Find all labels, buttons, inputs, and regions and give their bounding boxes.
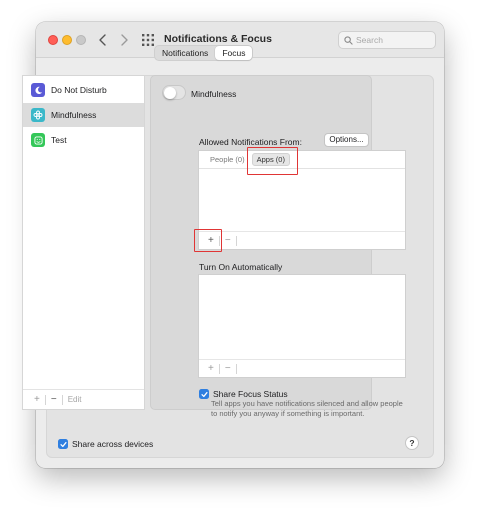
add-automation-button[interactable]: + bbox=[203, 362, 219, 376]
add-focus-button[interactable]: + bbox=[29, 393, 45, 407]
divider bbox=[235, 363, 237, 374]
show-all-button[interactable] bbox=[142, 34, 154, 46]
forward-button[interactable] bbox=[116, 31, 132, 49]
chevron-right-icon bbox=[120, 34, 128, 46]
tab-focus[interactable]: Focus bbox=[215, 46, 253, 60]
share-focus-status-description: Tell apps you have notifications silence… bbox=[211, 399, 403, 418]
checkmark-icon bbox=[59, 441, 67, 447]
focus-item-do-not-disturb[interactable]: Do Not Disturb bbox=[23, 78, 144, 102]
back-button[interactable] bbox=[94, 31, 110, 49]
allowed-notifications-label: Allowed Notifications From: bbox=[199, 137, 302, 147]
help-button[interactable]: ? bbox=[405, 436, 419, 450]
flower-icon bbox=[31, 108, 45, 122]
zoom-window-button[interactable] bbox=[76, 35, 86, 45]
share-across-devices-row: Share across devices bbox=[58, 439, 153, 449]
focus-name-label: Mindfulness bbox=[191, 89, 237, 99]
add-button-highlight bbox=[194, 229, 222, 252]
checkmark-icon bbox=[200, 391, 208, 397]
toggle-knob bbox=[163, 86, 176, 99]
tab-bar: Notifications Focus bbox=[154, 45, 254, 61]
search-icon bbox=[344, 35, 353, 45]
focus-item-label: Mindfulness bbox=[51, 110, 97, 120]
close-window-button[interactable] bbox=[48, 35, 58, 45]
share-focus-status-checkbox[interactable] bbox=[199, 389, 209, 399]
moon-icon bbox=[31, 83, 45, 97]
focus-item-label: Test bbox=[51, 135, 67, 145]
allowed-list-toolbar: + − bbox=[199, 231, 405, 249]
tab-notifications[interactable]: Notifications bbox=[155, 46, 215, 60]
window-title: Notifications & Focus bbox=[164, 33, 272, 45]
search-field[interactable] bbox=[338, 31, 436, 49]
remove-app-button[interactable]: − bbox=[220, 234, 236, 248]
divider bbox=[235, 235, 237, 246]
remove-focus-button[interactable]: − bbox=[46, 393, 62, 407]
focus-list: Do Not Disturb Mindfulness Test + − Edit bbox=[22, 75, 145, 410]
face-icon bbox=[31, 133, 45, 147]
focus-item-label: Do Not Disturb bbox=[51, 85, 107, 95]
focus-toggle[interactable] bbox=[162, 85, 186, 100]
search-input[interactable] bbox=[356, 35, 432, 45]
allowed-notifications-list: People (0) Apps (0) + − bbox=[198, 150, 406, 250]
focus-item-mindfulness[interactable]: Mindfulness bbox=[23, 103, 144, 127]
minimize-window-button[interactable] bbox=[62, 35, 72, 45]
share-across-devices-label: Share across devices bbox=[72, 439, 154, 449]
options-button[interactable]: Options... bbox=[324, 133, 369, 147]
automation-list: + − bbox=[198, 274, 406, 378]
focus-list-toolbar: + − Edit bbox=[23, 389, 144, 409]
focus-item-test[interactable]: Test bbox=[23, 128, 144, 152]
apps-tab-highlight bbox=[247, 147, 298, 175]
remove-automation-button[interactable]: − bbox=[220, 362, 236, 376]
edit-focus-button[interactable]: Edit bbox=[63, 395, 87, 404]
share-focus-status-row: Share Focus Status bbox=[199, 389, 288, 399]
automation-list-toolbar: + − bbox=[199, 359, 405, 377]
chevron-left-icon bbox=[98, 34, 106, 46]
turn-on-automatically-label: Turn On Automatically bbox=[199, 262, 283, 272]
allowed-tabs: People (0) Apps (0) bbox=[199, 151, 405, 169]
tab-people[interactable]: People (0) bbox=[206, 154, 249, 165]
share-across-devices-checkbox[interactable] bbox=[58, 439, 68, 449]
share-focus-status-label: Share Focus Status bbox=[213, 389, 288, 399]
grid-icon bbox=[142, 34, 154, 46]
